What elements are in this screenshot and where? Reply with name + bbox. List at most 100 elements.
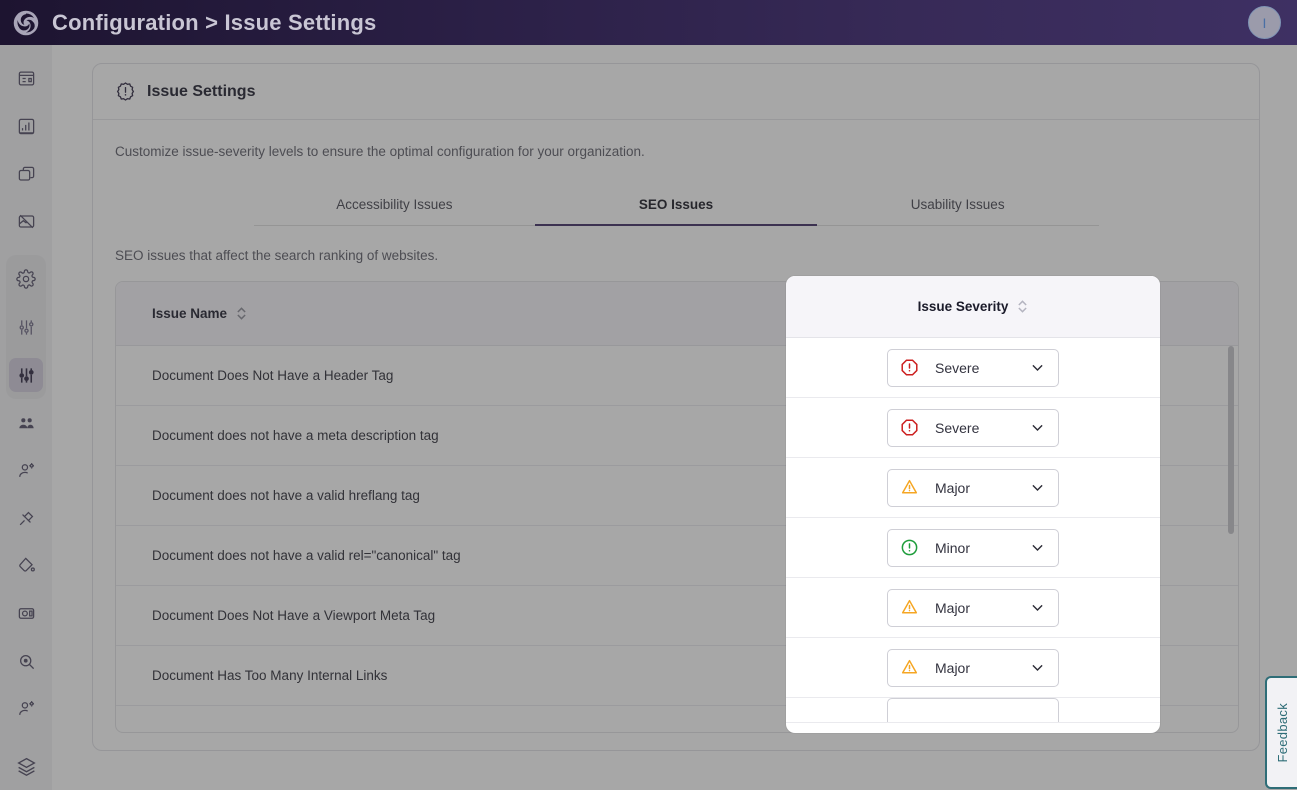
sort-arrows-icon <box>237 307 246 320</box>
severity-label: Severe <box>935 359 980 376</box>
severity-dropdown[interactable]: Major <box>887 468 1059 507</box>
card-subtitle: Customize issue-severity levels to ensur… <box>115 144 645 159</box>
severity-dropdown[interactable]: Major <box>887 588 1059 627</box>
spotlight-row: Severe <box>786 338 1160 398</box>
severity-dropdown[interactable]: Major <box>887 648 1059 687</box>
card-header: Issue Settings <box>93 64 1259 120</box>
logo-container[interactable] <box>0 9 52 37</box>
column-label-issue-name: Issue Name <box>152 305 228 321</box>
sidebar-item-settings[interactable] <box>9 262 43 296</box>
octagon-alert-icon <box>901 359 918 376</box>
severity-label: Major <box>935 479 971 496</box>
tab-usability-issues[interactable]: Usability Issues <box>817 187 1099 225</box>
sidebar-item-preferences[interactable] <box>9 310 43 344</box>
spotlight-column-header[interactable]: Issue Severity <box>786 276 1160 338</box>
users-icon <box>18 417 34 428</box>
dashboard-icon <box>18 71 34 86</box>
sidebar-item-user-settings[interactable] <box>9 454 43 488</box>
user-add-icon <box>18 701 34 716</box>
app-root: Configuration > Issue Settings I Issue S… <box>0 0 1297 790</box>
severity-label: Minor <box>935 539 971 556</box>
table-scrollbar-thumb[interactable] <box>1228 346 1234 534</box>
tab-description: SEO issues that affect the search rankin… <box>115 248 439 263</box>
severity-dropdown[interactable]: Severe <box>887 348 1059 387</box>
row-spacer <box>1166 645 1238 706</box>
breadcrumb: Configuration > Issue Settings <box>52 9 377 35</box>
gear-icon <box>16 269 36 290</box>
chevron-down-icon <box>1032 544 1043 551</box>
sidebar-item-reports[interactable] <box>9 110 43 144</box>
spotlight-row: Major <box>786 458 1160 518</box>
spotlight-row-partial <box>786 698 1160 723</box>
sort-arrows-icon <box>1018 300 1028 313</box>
user-settings-icon <box>18 463 34 478</box>
tab-accessibility-issues[interactable]: Accessibility Issues <box>254 187 536 225</box>
row-spacer <box>1166 525 1238 586</box>
sidebar-item-layers[interactable] <box>9 749 43 783</box>
sliders-filled-icon <box>18 368 34 383</box>
triangle-alert-icon <box>901 599 918 614</box>
chevron-down-icon <box>1032 664 1043 671</box>
spiral-logo-icon <box>13 10 39 35</box>
avatar[interactable]: I <box>1248 6 1281 39</box>
search-zoom-icon <box>19 654 34 669</box>
issue-name-cell: Document does not have a valid rel="cano… <box>116 525 791 586</box>
severity-column-spotlight: Issue Severity Severe Severe Major Minor… <box>786 276 1160 733</box>
chevron-down-icon <box>1032 364 1043 371</box>
page-title: Issue Settings <box>147 82 256 100</box>
chevron-down-icon <box>1032 424 1043 431</box>
camera-icon <box>18 608 34 619</box>
chevron-down-icon <box>1032 484 1043 491</box>
top-bar: Configuration > Issue Settings I <box>0 0 1297 45</box>
paint-bucket-icon <box>18 557 35 573</box>
sidebar-item-users[interactable] <box>9 406 43 440</box>
chevron-down-icon <box>1032 604 1043 611</box>
octagon-alert-icon <box>901 419 918 436</box>
triangle-alert-icon <box>901 659 918 674</box>
issue-name-cell: Document Does Not Have a Header Tag <box>116 345 791 406</box>
severity-dropdown[interactable] <box>887 698 1059 722</box>
row-spacer <box>1166 585 1238 646</box>
severity-label: Major <box>935 599 971 616</box>
feedback-tab[interactable]: Feedback <box>1265 676 1297 789</box>
tab-seo-issues[interactable]: SEO Issues <box>535 187 817 226</box>
issue-name-cell: Document Does Not Have a Viewport Meta T… <box>116 585 791 646</box>
tab-bar: Accessibility Issues SEO Issues Usabilit… <box>253 187 1099 226</box>
feedback-label: Feedback <box>1274 702 1290 763</box>
spotlight-row: Major <box>786 578 1160 638</box>
sidebar-item-issue-settings[interactable] <box>9 358 43 393</box>
plug-icon <box>19 511 33 526</box>
spotlight-row: Severe <box>786 398 1160 458</box>
sidebar-item-dashboard[interactable] <box>9 62 43 96</box>
severity-dropdown[interactable]: Severe <box>887 408 1059 447</box>
image-off-icon <box>18 214 34 229</box>
circle-alert-icon <box>901 539 918 556</box>
sidebar-item-scan[interactable] <box>9 644 43 678</box>
issue-badge-icon <box>116 82 135 101</box>
issue-name-cell: Document Has Too Many Internal Links <box>116 645 791 706</box>
sidebar-item-invite[interactable] <box>9 692 43 726</box>
windows-stack-icon <box>18 166 34 181</box>
column-header-spacer <box>1166 282 1238 346</box>
spotlight-column-label: Issue Severity <box>917 299 1009 314</box>
report-chart-icon <box>18 118 34 135</box>
sliders-icon <box>19 320 33 335</box>
layers-icon <box>16 757 36 776</box>
column-header-issue-name[interactable]: Issue Name <box>116 282 791 346</box>
triangle-alert-icon <box>901 479 918 494</box>
sidebar <box>0 45 52 790</box>
severity-label: Severe <box>935 419 980 436</box>
severity-label: Major <box>935 659 971 676</box>
sidebar-item-capture[interactable] <box>9 597 43 631</box>
avatar-initial: I <box>1262 14 1267 31</box>
sidebar-settings-group <box>6 255 46 399</box>
sidebar-item-excluded[interactable] <box>9 205 43 239</box>
sidebar-item-integrations[interactable] <box>9 502 43 536</box>
sidebar-item-pages[interactable] <box>9 157 43 191</box>
issue-name-cell: Document does not have a meta descriptio… <box>116 405 791 466</box>
spotlight-row: Major <box>786 638 1160 698</box>
issue-name-cell: Document does not have a valid hreflang … <box>116 465 791 526</box>
spotlight-row: Minor <box>786 518 1160 578</box>
severity-dropdown[interactable]: Minor <box>887 528 1059 567</box>
sidebar-item-theme[interactable] <box>9 549 43 583</box>
